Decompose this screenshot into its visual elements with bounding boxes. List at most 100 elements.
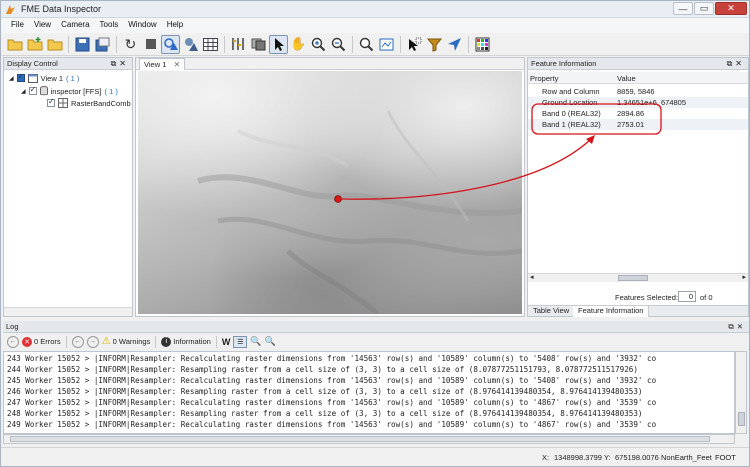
hand-icon: ✋ [290, 36, 307, 51]
view-window-icon [27, 73, 38, 83]
navigate-button[interactable] [445, 35, 464, 54]
zoom-window-icon [379, 38, 394, 50]
tree-item-feature-type[interactable]: RasterBandComb [47, 97, 131, 109]
menu-help[interactable]: Help [162, 18, 188, 33]
open-button[interactable] [5, 35, 24, 54]
menu-camera[interactable]: Camera [56, 18, 94, 33]
column-value[interactable]: Value [617, 74, 636, 83]
information-filter[interactable]: i Information [161, 336, 211, 347]
select-window-button[interactable] [405, 35, 424, 54]
scroll-thumb[interactable] [618, 275, 648, 281]
feature-type-checkbox[interactable] [47, 97, 55, 107]
display-control-header: Display Control ⧉✕ [4, 58, 132, 70]
save-as-button[interactable] [93, 35, 112, 54]
display-control-scrollbar[interactable] [4, 307, 132, 316]
tab-feature-information[interactable]: Feature Information [573, 306, 650, 317]
raster-grid-icon [58, 98, 68, 108]
features-selected-input[interactable]: 0 [678, 291, 696, 302]
find-next-icon[interactable]: 🔍 [265, 336, 276, 347]
warning-icon: ⚠ [101, 336, 111, 347]
word-wrap-button[interactable]: W [222, 337, 231, 347]
previous-warning-button[interactable]: ← [71, 335, 84, 348]
table-row[interactable]: Row and Column 8859, 5846 [528, 86, 748, 97]
minimize-button[interactable]: — [673, 2, 693, 15]
folder-button[interactable] [45, 35, 64, 54]
filter-button[interactable] [425, 35, 444, 54]
table-view-button[interactable] [201, 35, 220, 54]
scroll-thumb[interactable] [10, 436, 710, 442]
menu-window[interactable]: Window [123, 18, 161, 33]
shapes-3d-icon [184, 38, 198, 51]
close-tab-icon[interactable]: ✕ [174, 59, 180, 70]
zoom-extents-button[interactable] [357, 35, 376, 54]
log-line: 243 Worker 15052 > |INFORM|Resampler: Re… [7, 354, 657, 363]
minimize-icon: — [678, 3, 688, 14]
log-line: 246 Worker 15052 > |INFORM|Resampler: Re… [7, 387, 643, 396]
tree-item-dataset[interactable]: ◢ inspector [FFS] ( 1 ) [21, 85, 118, 97]
folder-icon [47, 39, 62, 51]
refresh-button[interactable]: ↻ [121, 35, 140, 54]
column-button[interactable] [229, 35, 248, 54]
tree-item-count: ( 1 ) [104, 86, 118, 96]
select-tool-button[interactable] [269, 34, 288, 54]
log-horizontal-scrollbar[interactable] [3, 434, 735, 444]
raster-map-canvas[interactable] [138, 71, 522, 314]
table-row[interactable]: Band 1 (REAL32) 2753.01 [528, 119, 748, 130]
save-button[interactable] [73, 35, 92, 54]
column-property[interactable]: Property [530, 74, 558, 83]
close-icon[interactable]: ✕ [735, 59, 745, 68]
float-icon[interactable]: ⧉ [727, 59, 736, 68]
warnings-filter[interactable]: ⚠ 0 Warnings [102, 336, 151, 347]
navigation-arrow-icon [448, 37, 461, 51]
close-icon[interactable]: ✕ [119, 59, 129, 68]
scroll-thumb[interactable] [738, 412, 745, 426]
table-row[interactable]: Band 0 (REAL32) 2894.86 [528, 108, 748, 119]
view-tab-bar: View 1 ✕ [136, 58, 524, 70]
app-window: FME Data Inspector — ▭ ✕ File View Camer… [0, 0, 750, 467]
menu-tools[interactable]: Tools [95, 18, 124, 33]
table-row[interactable]: Ground Location 1.34651e+6, 674805 [528, 97, 748, 108]
zoom-out-button[interactable] [329, 35, 348, 54]
tree-item-view[interactable]: ◢ View 1 ( 1 ) [9, 72, 79, 84]
float-icon[interactable]: ⧉ [728, 322, 736, 331]
float-icon[interactable]: ⧉ [111, 59, 120, 68]
errors-filter[interactable]: ✕ 0 Errors [22, 336, 61, 347]
zoom-window-button[interactable] [377, 35, 396, 54]
2d-view-button[interactable] [161, 34, 180, 54]
log-view-button[interactable]: ☰ [233, 335, 248, 348]
scroll-right-icon[interactable]: ▸ [742, 273, 746, 281]
find-icon[interactable]: 🔍 [250, 336, 261, 347]
add-dataset-button[interactable] [25, 35, 44, 54]
palette-button[interactable] [473, 35, 492, 54]
property-name: Row and Column [542, 87, 600, 96]
property-value: 2894.86 [617, 109, 645, 118]
close-button[interactable]: ✕ [715, 2, 747, 15]
panel-title: Display Control [7, 59, 58, 68]
dataset-checkbox[interactable] [28, 85, 37, 95]
tab-table-view[interactable]: Table View [528, 306, 576, 317]
scroll-left-icon[interactable]: ◂ [530, 273, 534, 281]
close-icon[interactable]: ✕ [737, 322, 746, 331]
collapse-arrow-icon[interactable]: ◢ [9, 75, 14, 82]
panel-title: Feature Information [531, 59, 597, 68]
tree-item-label: View 1 [40, 73, 64, 83]
maximize-icon: ▭ [699, 3, 709, 13]
menu-file[interactable]: File [6, 18, 29, 33]
view-checkbox[interactable] [16, 72, 25, 82]
feature-info-scrollbar[interactable]: ◂ ▸ [528, 273, 748, 282]
pan-tool-button[interactable]: ✋ [289, 35, 308, 54]
log-text-area[interactable]: 243 Worker 15052 > |INFORM|Resampler: Re… [3, 351, 735, 434]
tab-view-1[interactable]: View 1 ✕ [139, 58, 185, 70]
maximize-button[interactable]: ▭ [694, 2, 714, 15]
collapse-arrow-icon[interactable]: ◢ [21, 88, 26, 95]
previous-error-button[interactable]: ← [7, 335, 19, 348]
menu-view[interactable]: View [29, 18, 56, 33]
filter-icon [427, 38, 442, 52]
folder-add-icon [27, 37, 42, 51]
zoom-in-button[interactable] [309, 35, 328, 54]
next-warning-button[interactable]: → [86, 335, 99, 348]
3d-view-button[interactable] [181, 35, 200, 54]
stop-button[interactable] [141, 35, 160, 54]
log-vertical-scrollbar[interactable] [735, 351, 747, 434]
layers-button[interactable] [249, 35, 268, 54]
